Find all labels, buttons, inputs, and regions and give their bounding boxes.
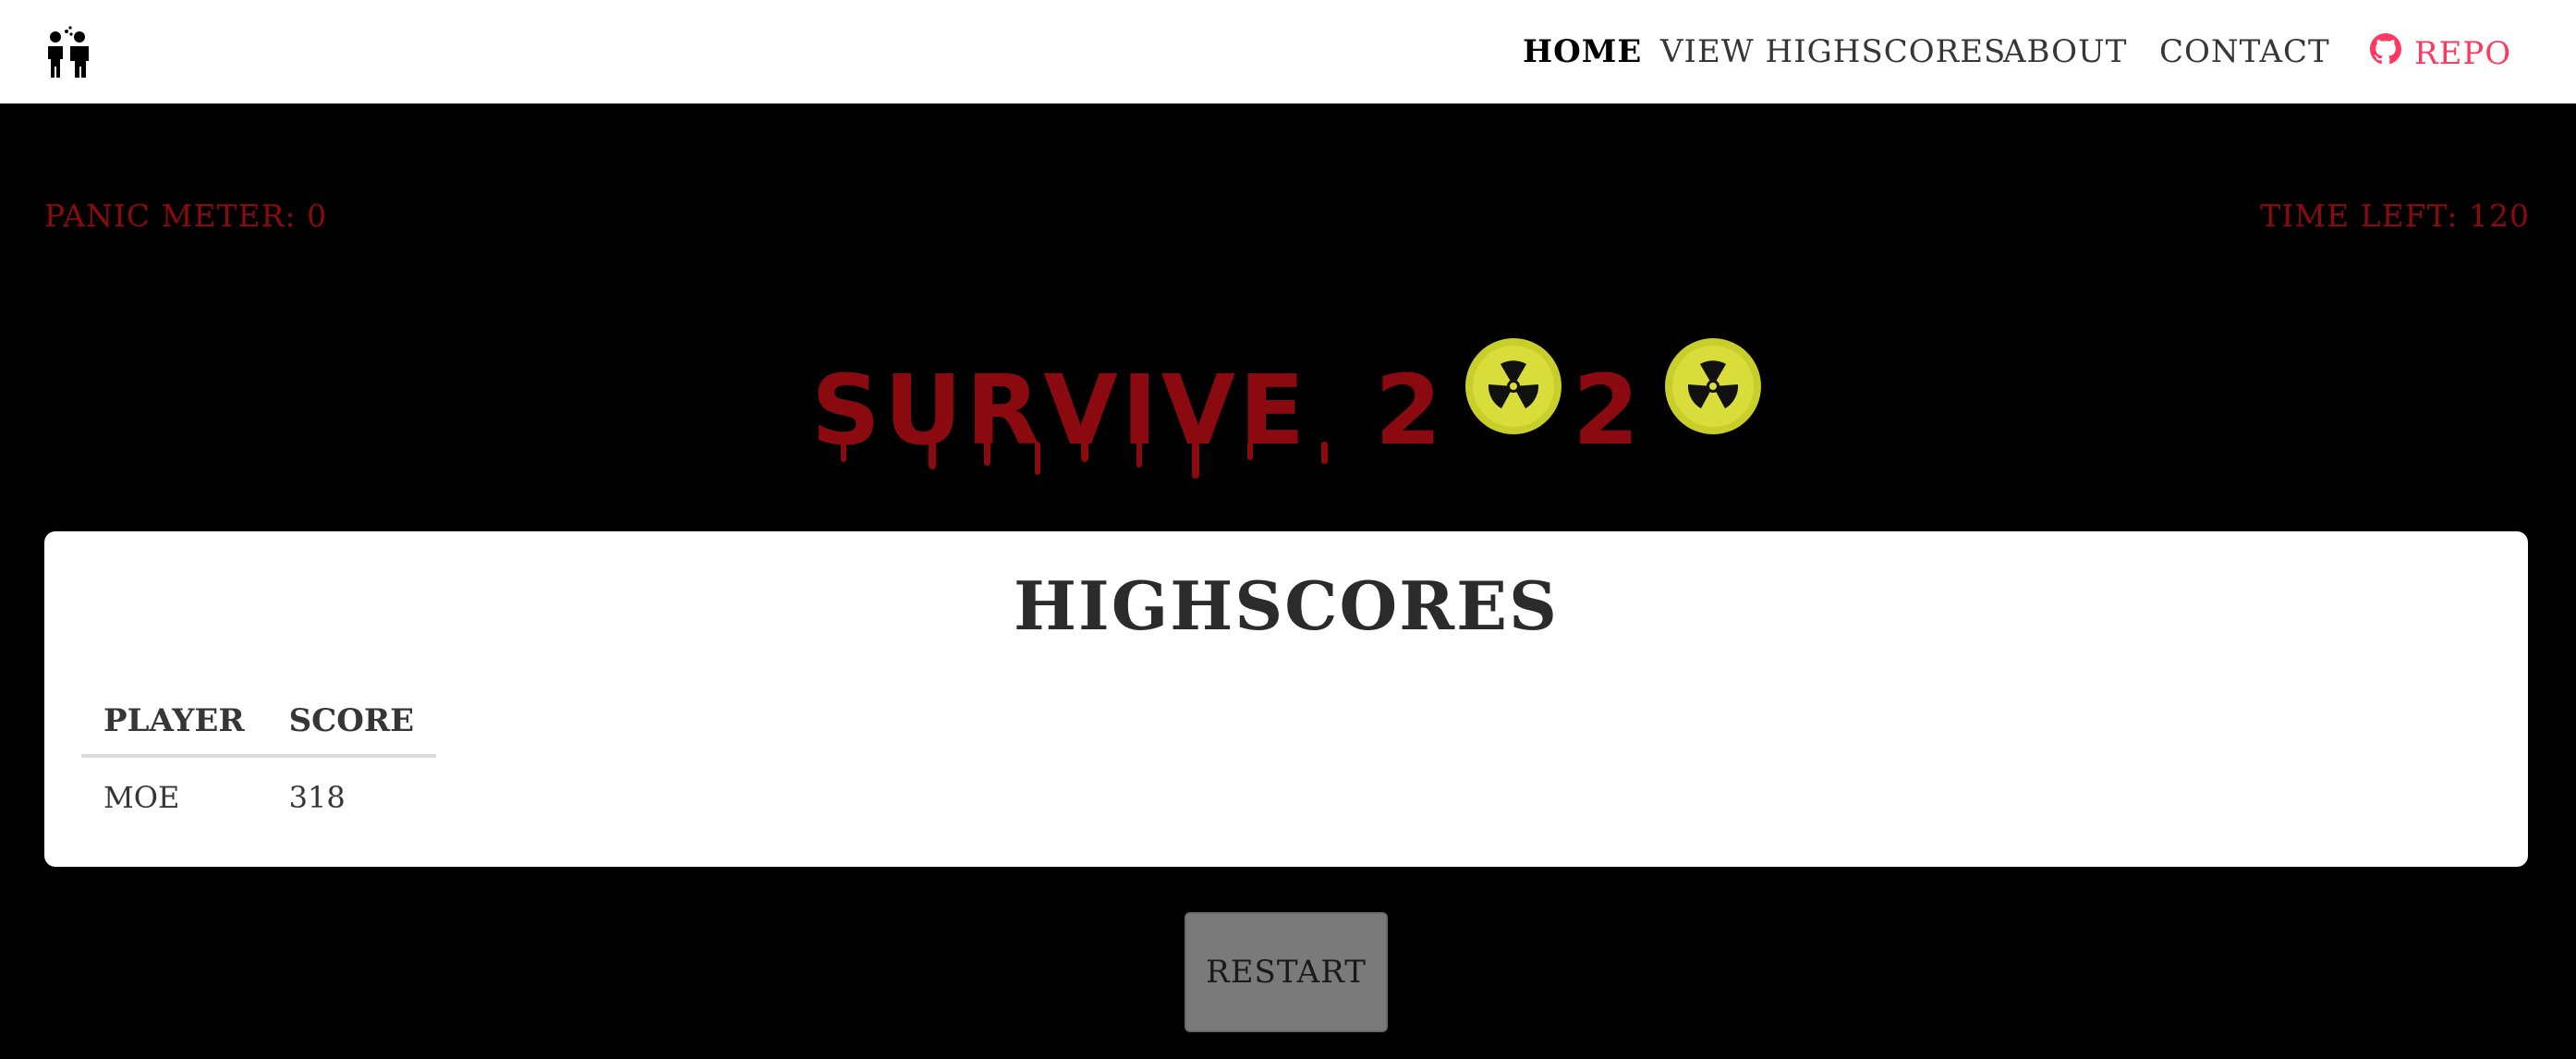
column-header-player: PLAYER — [81, 693, 267, 758]
github-icon — [2370, 33, 2401, 73]
highscores-box: HIGHSCORES PLAYER SCORE MOE 318 — [44, 531, 2528, 867]
logo-digit-b: 2 — [1573, 354, 1639, 467]
radiation-hazard-icon — [1465, 338, 1561, 434]
navbar: HOME VIEW HIGHSCORES ABOUT CONTACT REPO — [0, 0, 2576, 103]
repo-label: REPO — [2414, 34, 2512, 72]
time-left: TIME LEFT: 120 — [2260, 198, 2530, 234]
nav-contact-link[interactable]: CONTACT — [2159, 33, 2330, 70]
score-cell: 318 — [288, 780, 346, 815]
table-row: MOE 318 — [81, 756, 436, 824]
highscores-title: HIGHSCORES — [1014, 566, 1559, 645]
column-header-score: SCORE — [266, 693, 437, 758]
survive-2020-logo: SURVIVE 2 2 — [804, 323, 1774, 485]
nav-home-link[interactable]: HOME — [1523, 33, 1642, 70]
radiation-hazard-icon — [1665, 338, 1761, 434]
player-cell: MOE — [103, 780, 180, 815]
nav-about-link[interactable]: ABOUT — [2003, 33, 2127, 70]
restart-button[interactable]: RESTART — [1185, 912, 1388, 1032]
nav-repo-link[interactable]: REPO — [2370, 33, 2511, 73]
highscores-table: PLAYER SCORE MOE 318 — [81, 693, 437, 824]
logo-digit-a: 2 — [1375, 354, 1441, 467]
logo-survive-text: SURVIVE — [811, 354, 1308, 467]
panic-meter: PANIC METER: 0 — [44, 198, 328, 234]
nav-view-highscores-link[interactable]: VIEW HIGHSCORES — [1660, 33, 2006, 70]
brand-logo-icon[interactable] — [43, 24, 98, 79]
